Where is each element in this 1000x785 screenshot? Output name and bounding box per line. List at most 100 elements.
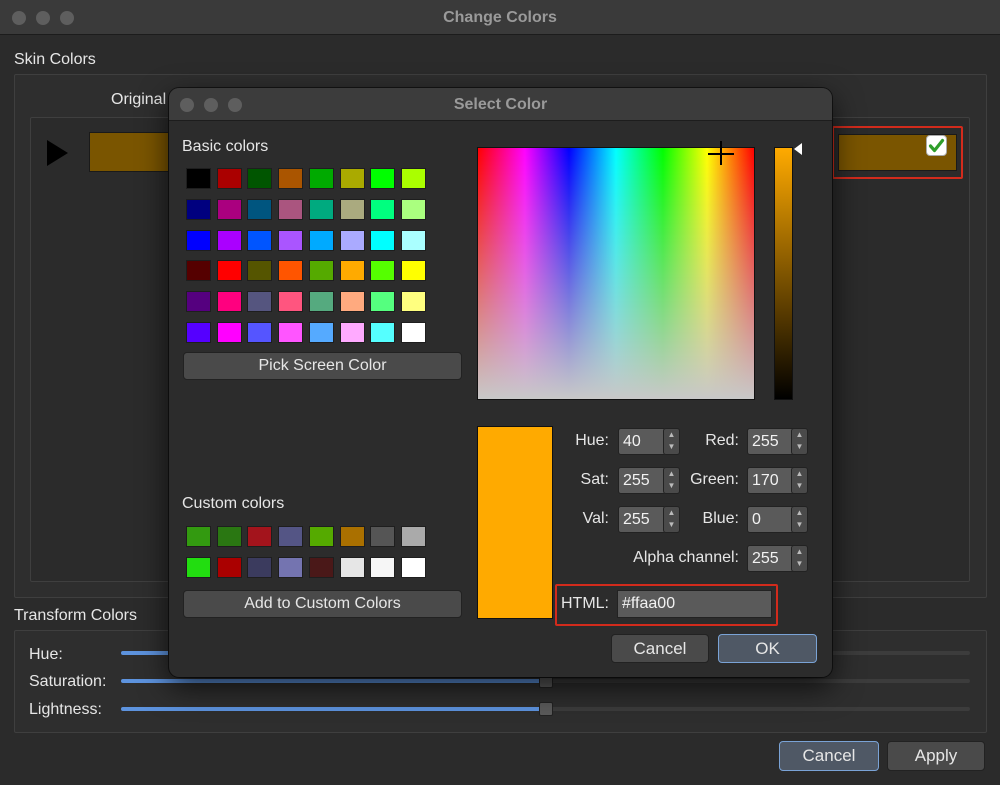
- custom-color-swatch[interactable]: [216, 556, 242, 578]
- custom-color-swatch[interactable]: [370, 556, 396, 578]
- apply-button[interactable]: Apply: [887, 741, 985, 771]
- basic-color-swatch[interactable]: [400, 168, 426, 189]
- basic-color-swatch[interactable]: [216, 322, 242, 343]
- basic-color-swatch[interactable]: [370, 198, 396, 220]
- play-icon[interactable]: [47, 140, 68, 166]
- basic-color-swatch[interactable]: [216, 229, 242, 251]
- custom-color-swatch[interactable]: [278, 556, 304, 578]
- basic-color-swatch[interactable]: [339, 168, 365, 189]
- basic-color-swatch[interactable]: [400, 229, 426, 251]
- custom-color-swatch[interactable]: [216, 526, 242, 547]
- basic-color-swatch[interactable]: [308, 322, 334, 343]
- custom-color-swatch[interactable]: [308, 526, 334, 547]
- basic-color-swatch[interactable]: [186, 260, 211, 282]
- basic-color-swatch[interactable]: [186, 229, 211, 251]
- green-field-label: Green:: [690, 471, 739, 488]
- sat-spinbox[interactable]: 255: [618, 467, 666, 494]
- blue-spinbox[interactable]: 0: [747, 506, 795, 533]
- alpha-stepper-arrows[interactable]: ▲ ▼: [791, 545, 808, 572]
- window-title: Change Colors: [443, 9, 557, 26]
- basic-color-swatch[interactable]: [247, 168, 273, 189]
- basic-color-swatch[interactable]: [278, 198, 304, 220]
- basic-color-swatch[interactable]: [339, 322, 365, 343]
- basic-color-swatch[interactable]: [308, 198, 334, 220]
- pick-screen-color-button[interactable]: Pick Screen Color: [183, 352, 462, 380]
- alpha-spinbox[interactable]: 255: [747, 545, 795, 572]
- basic-color-swatch[interactable]: [186, 322, 211, 343]
- basic-color-swatch[interactable]: [308, 260, 334, 282]
- basic-color-swatch[interactable]: [186, 198, 211, 220]
- hue-saturation-field[interactable]: [477, 141, 755, 400]
- green-spinbox[interactable]: 170: [747, 467, 795, 494]
- lightness-slider-label: Lightness:: [29, 701, 102, 718]
- basic-color-swatch[interactable]: [308, 229, 334, 251]
- dialog-cancel-button[interactable]: Cancel: [611, 634, 709, 663]
- basic-color-swatch[interactable]: [400, 291, 426, 313]
- basic-color-swatch[interactable]: [247, 229, 273, 251]
- lightness-slider-handle[interactable]: [539, 702, 553, 716]
- basic-color-swatch[interactable]: [247, 260, 273, 282]
- add-to-custom-colors-button[interactable]: Add to Custom Colors: [183, 590, 462, 618]
- basic-color-swatch[interactable]: [339, 291, 365, 313]
- basic-color-swatch[interactable]: [339, 198, 365, 220]
- basic-color-swatch[interactable]: [278, 291, 304, 313]
- basic-color-swatch[interactable]: [339, 229, 365, 251]
- custom-color-swatch[interactable]: [370, 526, 396, 547]
- basic-color-swatch[interactable]: [247, 291, 273, 313]
- basic-color-swatch[interactable]: [186, 168, 211, 189]
- new-color-cell[interactable]: [832, 126, 963, 179]
- basic-color-swatch[interactable]: [370, 229, 396, 251]
- basic-color-swatch[interactable]: [400, 322, 426, 343]
- custom-color-swatch[interactable]: [400, 526, 426, 547]
- dialog-ok-button[interactable]: OK: [718, 634, 817, 663]
- transform-colors-label: Transform Colors: [14, 607, 137, 624]
- replace-color-checkbox[interactable]: [926, 135, 947, 156]
- red-stepper-arrows[interactable]: ▲ ▼: [791, 428, 808, 455]
- custom-color-swatch[interactable]: [339, 556, 365, 578]
- val-field-label: Val:: [582, 510, 609, 527]
- custom-color-swatch[interactable]: [247, 526, 273, 547]
- basic-color-swatch[interactable]: [216, 198, 242, 220]
- basic-color-swatch[interactable]: [186, 291, 211, 313]
- value-luminance-bar[interactable]: [774, 147, 793, 400]
- val-spinbox[interactable]: 255: [618, 506, 666, 533]
- red-spinbox[interactable]: 255: [747, 428, 795, 455]
- select-color-dialog: Select Color Basic colors Pick Screen Co…: [169, 88, 832, 677]
- basic-color-swatch[interactable]: [308, 168, 334, 189]
- basic-color-swatch[interactable]: [247, 198, 273, 220]
- basic-color-swatch[interactable]: [370, 168, 396, 189]
- basic-color-swatch[interactable]: [278, 168, 304, 189]
- basic-color-swatch[interactable]: [216, 168, 242, 189]
- basic-color-swatch[interactable]: [278, 229, 304, 251]
- alpha-field-label: Alpha channel:: [633, 549, 739, 566]
- saturation-slider-label: Saturation:: [29, 673, 107, 690]
- custom-color-swatch[interactable]: [278, 526, 304, 547]
- green-stepper-arrows[interactable]: ▲ ▼: [791, 467, 808, 494]
- basic-color-swatch[interactable]: [278, 322, 304, 343]
- basic-color-swatch[interactable]: [339, 260, 365, 282]
- hue-spinbox[interactable]: 40: [618, 428, 666, 455]
- basic-color-swatch[interactable]: [278, 260, 304, 282]
- basic-color-swatch[interactable]: [247, 322, 273, 343]
- basic-color-swatch[interactable]: [370, 291, 396, 313]
- custom-color-swatch[interactable]: [339, 526, 365, 547]
- custom-color-swatch[interactable]: [186, 556, 211, 578]
- main-cancel-button[interactable]: Cancel: [779, 741, 879, 771]
- custom-color-swatch[interactable]: [308, 556, 334, 578]
- basic-color-swatch[interactable]: [370, 322, 396, 343]
- custom-color-swatch[interactable]: [247, 556, 273, 578]
- luminance-marker-icon[interactable]: [794, 143, 802, 155]
- blue-stepper-arrows[interactable]: ▲ ▼: [791, 506, 808, 533]
- custom-color-swatch[interactable]: [400, 556, 426, 578]
- basic-color-swatch[interactable]: [400, 198, 426, 220]
- html-color-input[interactable]: #ffaa00: [617, 590, 772, 618]
- custom-colors-label: Custom colors: [182, 495, 285, 512]
- custom-color-swatch[interactable]: [186, 526, 211, 547]
- basic-color-swatch[interactable]: [370, 260, 396, 282]
- basic-color-swatch[interactable]: [216, 260, 242, 282]
- basic-color-swatch[interactable]: [400, 260, 426, 282]
- original-color-swatch[interactable]: [89, 132, 174, 172]
- basic-color-swatch[interactable]: [308, 291, 334, 313]
- basic-color-swatch[interactable]: [216, 291, 242, 313]
- blue-field-label: Blue:: [702, 510, 739, 527]
